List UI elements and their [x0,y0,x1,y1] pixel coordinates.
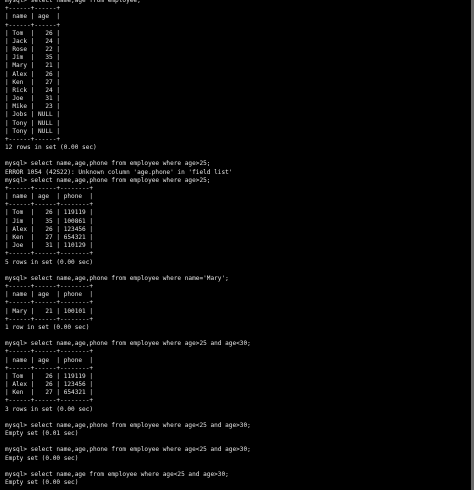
terminal-line: +------+------+ [5,5,61,13]
terminal-line: Empty set (0.01 sec) [5,430,79,438]
terminal-line: | name | age | phone | [5,291,94,299]
terminal-line: +------+------+ [5,21,61,29]
terminal-line: +------+------+--------+ [5,184,94,192]
terminal-line: mysql> select name,age,phone from employ… [5,421,251,429]
terminal-line: | Joe | 31 | [5,95,61,103]
terminal-line: | Ken | 27 | 654321 | [5,389,94,397]
terminal-line: +------+------+--------+ [5,283,94,291]
terminal-line: mysql> select name,age,phone from employ… [5,446,251,454]
terminal-line: | Jobs | NULL | [5,111,61,119]
terminal-line: Empty set (0.00 sec) [5,479,79,487]
terminal-line: | Mike | 23 | [5,103,61,111]
terminal-line: | Jim | 35 | [5,54,61,62]
terminal-line: | Alex | 26 | [5,70,61,78]
terminal-line: | Tom | 26 | 119119 | [5,372,94,380]
terminal-line: +------+------+ [5,135,61,143]
terminal-line: mysql> select name,age,phone from employ… [5,340,251,348]
terminal-line: | Alex | 26 | 123456 | [5,225,94,233]
terminal-line: Empty set (0.00 sec) [5,454,79,462]
terminal-window[interactable]: mysql> select name,age from employee; +--… [0,0,474,490]
terminal-line: | Tom | 26 | [5,29,61,37]
terminal-line: | Tony | NULL | [5,119,61,127]
terminal-line: 3 rows in set (0.00 sec) [5,405,94,413]
terminal-line: +------+------+--------+ [5,348,94,356]
terminal-line: | Rose | 22 | [5,46,61,54]
terminal-line: ERROR 1054 (42S22): Unknown column 'age.… [5,168,233,176]
terminal-line: mysql> select name,age,phone from employ… [5,274,229,282]
terminal-line: | Tony | NULL | [5,127,61,135]
terminal-line: +------+------+--------+ [5,201,94,209]
terminal-line: +------+------+--------+ [5,364,94,372]
terminal-line: | name | age | phone | [5,356,94,364]
terminal-line: | Rick | 24 | [5,86,61,94]
terminal-line: mysql> select name,age,phone from employ… [5,160,211,168]
terminal-line: 5 rows in set (0.00 sec) [5,258,94,266]
terminal-line: | Joe | 31 | 110129 | [5,242,94,250]
terminal-line: | name | age | [5,13,61,21]
terminal-line: | Ken | 27 | 654321 | [5,233,94,241]
terminal-line: | Tom | 26 | 119119 | [5,209,94,217]
terminal-line: | Mary | 21 | [5,62,61,70]
terminal-line: | Mary | 21 | 100101 | [5,307,94,315]
terminal-line: 12 rows in set (0.00 sec) [5,144,97,152]
terminal-output: mysql> select name,age from employee; +--… [5,0,251,487]
terminal-line: mysql> select name,age,phone from employ… [5,176,211,184]
terminal-line: | Alex | 26 | 123456 | [5,381,94,389]
terminal-line: | Jack | 24 | [5,37,61,45]
terminal-line: +------+------+--------+ [5,315,94,323]
terminal-line: | Ken | 27 | [5,78,61,86]
terminal-line: | Jim | 35 | 100861 | [5,217,94,225]
terminal-line: 1 row in set (0.00 sec) [5,323,90,331]
terminal-line: +------+------+--------+ [5,397,94,405]
terminal-line: +------+------+--------+ [5,299,94,307]
terminal-line: mysql> select name,age from employee whe… [5,470,229,478]
terminal-line: | name | age | phone | [5,193,94,201]
terminal-line: +------+------+--------+ [5,250,94,258]
